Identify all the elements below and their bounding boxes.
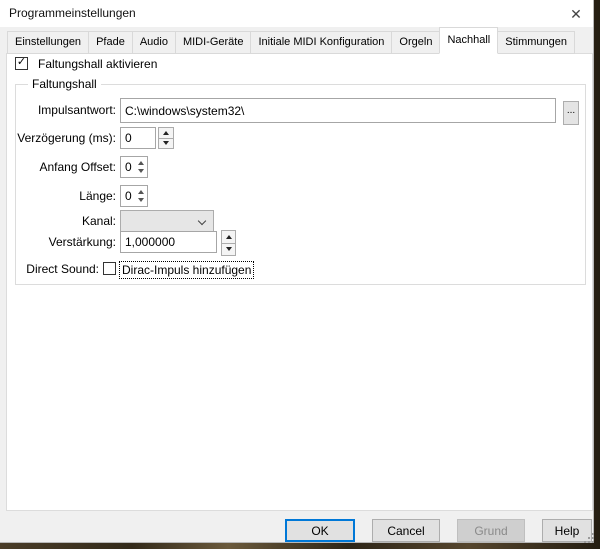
faltungshall-aktivieren-label: Faltungshall aktivieren <box>38 57 157 72</box>
tab-orgeln[interactable]: Orgeln <box>391 31 440 54</box>
laenge-input[interactable]: 0 <box>120 185 148 207</box>
down-arrow-icon <box>138 169 144 173</box>
spin-up-button[interactable] <box>159 128 173 138</box>
verzoegerung-input[interactable] <box>120 127 156 149</box>
tab-pfade[interactable]: Pfade <box>88 31 133 54</box>
faltungshall-aktivieren-checkbox[interactable]: ✓ <box>15 57 28 70</box>
check-icon: ✓ <box>17 56 26 68</box>
tab-initiale-midi-konfiguration[interactable]: Initiale MIDI Konfiguration <box>250 31 392 54</box>
nachhall-tab-page: ✓ Faltungshall aktivieren Faltungshall I… <box>6 53 593 511</box>
verstaerkung-spinner[interactable] <box>221 230 236 256</box>
spin-down-button[interactable] <box>222 243 235 256</box>
kanal-label: Kanal: <box>7 210 116 232</box>
tab-strip: Einstellungen Pfade Audio MIDI-Geräte In… <box>7 27 575 54</box>
grund-button[interactable]: Grund <box>457 519 525 542</box>
laenge-label: Länge: <box>7 185 116 207</box>
cancel-button[interactable]: Cancel <box>372 519 440 542</box>
tab-audio[interactable]: Audio <box>132 31 176 54</box>
spin-down-button[interactable] <box>159 138 173 149</box>
verstaerkung-input[interactable] <box>120 231 217 253</box>
laenge-value: 0 <box>125 186 132 206</box>
impulsantwort-input[interactable] <box>120 98 556 123</box>
tab-stimmungen[interactable]: Stimmungen <box>497 31 575 54</box>
group-title: Faltungshall <box>28 77 101 91</box>
dirac-impuls-checkbox[interactable] <box>103 262 116 275</box>
spin-up-button[interactable] <box>222 231 235 243</box>
direct-sound-label: Direct Sound: <box>7 262 99 277</box>
tab-nachhall[interactable]: Nachhall <box>439 27 498 54</box>
chevron-down-icon <box>198 217 206 225</box>
close-icon[interactable]: ✕ <box>566 4 586 24</box>
kanal-dropdown[interactable] <box>120 210 214 232</box>
laenge-spinner[interactable] <box>135 187 146 205</box>
up-arrow-icon <box>138 190 144 194</box>
anfang-offset-value: 0 <box>125 157 132 177</box>
verzoegerung-spinner[interactable] <box>158 127 174 149</box>
resize-grip[interactable] <box>584 533 594 543</box>
anfang-offset-spinner[interactable] <box>135 158 146 176</box>
desktop-background: Programmeinstellungen ✕ Einstellungen Pf… <box>0 0 600 549</box>
browse-button[interactable]: ... <box>563 101 579 125</box>
up-arrow-icon <box>138 161 144 165</box>
tab-midi-geraete[interactable]: MIDI-Geräte <box>175 31 252 54</box>
window-title: Programmeinstellungen <box>9 0 136 27</box>
ok-button[interactable]: OK <box>285 519 355 542</box>
down-arrow-icon <box>138 198 144 202</box>
settings-dialog: Programmeinstellungen ✕ Einstellungen Pf… <box>0 0 594 543</box>
down-arrow-icon <box>226 247 232 251</box>
verzoegerung-label: Verzögerung (ms): <box>7 127 116 149</box>
impulsantwort-label: Impulsantwort: <box>7 98 116 123</box>
verstaerkung-label: Verstärkung: <box>7 232 116 253</box>
up-arrow-icon <box>163 131 169 135</box>
anfang-offset-label: Anfang Offset: <box>7 156 116 178</box>
anfang-offset-input[interactable]: 0 <box>120 156 148 178</box>
tab-einstellungen[interactable]: Einstellungen <box>7 31 89 54</box>
dirac-impuls-checkbox-label[interactable]: Dirac-Impuls hinzufügen <box>119 261 254 279</box>
up-arrow-icon <box>226 235 232 239</box>
down-arrow-icon <box>163 141 169 145</box>
title-bar[interactable]: Programmeinstellungen ✕ <box>0 0 593 27</box>
